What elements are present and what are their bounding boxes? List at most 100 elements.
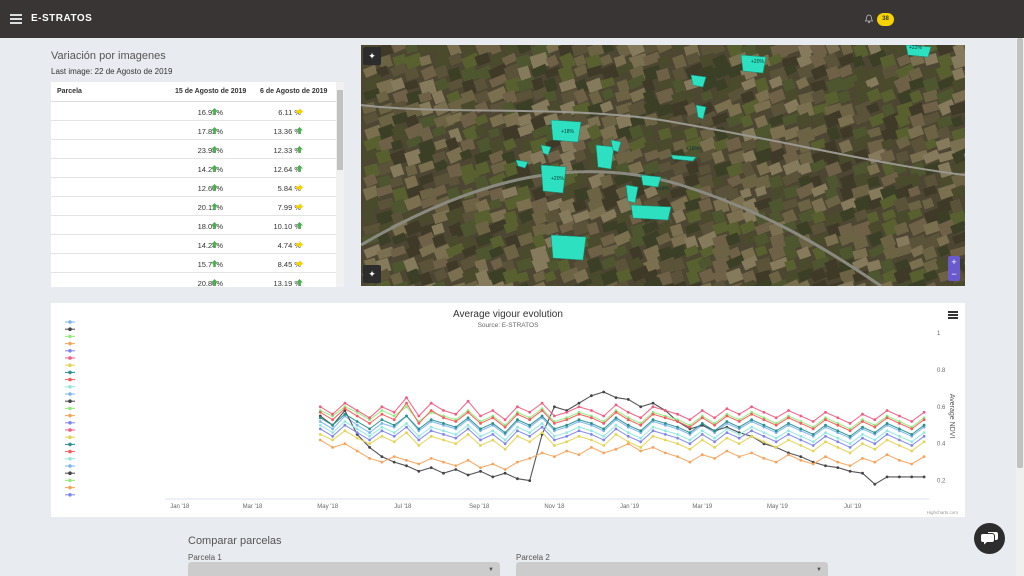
data-point[interactable] bbox=[910, 475, 914, 479]
data-point[interactable] bbox=[355, 449, 359, 453]
data-point[interactable] bbox=[713, 457, 716, 460]
data-point[interactable] bbox=[737, 433, 741, 436]
data-point[interactable] bbox=[836, 440, 840, 444]
data-point[interactable] bbox=[466, 410, 470, 414]
data-point[interactable] bbox=[626, 440, 630, 444]
data-point[interactable] bbox=[540, 431, 544, 434]
data-point[interactable] bbox=[516, 418, 519, 422]
data-point[interactable] bbox=[331, 418, 334, 422]
data-point[interactable] bbox=[454, 464, 458, 468]
data-point[interactable] bbox=[331, 431, 334, 434]
data-point[interactable] bbox=[848, 469, 852, 473]
data-point[interactable] bbox=[429, 429, 433, 433]
data-point[interactable] bbox=[565, 423, 569, 427]
data-point[interactable] bbox=[553, 434, 556, 438]
data-point[interactable] bbox=[590, 394, 593, 398]
data-point[interactable] bbox=[922, 410, 926, 414]
data-point[interactable] bbox=[762, 431, 766, 434]
data-point[interactable] bbox=[355, 423, 359, 427]
data-point[interactable] bbox=[565, 418, 569, 422]
data-point[interactable] bbox=[873, 418, 877, 422]
data-point[interactable] bbox=[491, 462, 495, 466]
data-point[interactable] bbox=[614, 410, 618, 414]
data-point[interactable] bbox=[676, 455, 679, 458]
data-point[interactable] bbox=[799, 458, 803, 462]
data-point[interactable] bbox=[417, 414, 421, 418]
data-point[interactable] bbox=[700, 438, 704, 442]
data-point[interactable] bbox=[318, 416, 322, 420]
data-point[interactable] bbox=[318, 438, 322, 442]
data-point[interactable] bbox=[380, 409, 384, 412]
data-point[interactable] bbox=[824, 410, 827, 414]
data-point[interactable] bbox=[799, 422, 803, 425]
data-point[interactable] bbox=[725, 420, 729, 423]
data-point[interactable] bbox=[442, 416, 445, 420]
data-point[interactable] bbox=[442, 422, 445, 425]
data-point[interactable] bbox=[824, 434, 827, 438]
data-point[interactable] bbox=[331, 434, 334, 438]
data-point[interactable] bbox=[602, 427, 606, 431]
data-point[interactable] bbox=[762, 440, 766, 444]
data-point[interactable] bbox=[417, 427, 421, 431]
data-point[interactable] bbox=[651, 401, 655, 405]
data-point[interactable] bbox=[331, 412, 334, 416]
data-point[interactable] bbox=[922, 431, 926, 434]
data-point[interactable] bbox=[466, 473, 470, 477]
data-point[interactable] bbox=[417, 438, 421, 442]
data-point[interactable] bbox=[577, 425, 581, 429]
data-point[interactable] bbox=[429, 434, 433, 438]
data-point[interactable] bbox=[540, 401, 544, 405]
data-point[interactable] bbox=[713, 446, 716, 449]
notification-badge[interactable]: 38 bbox=[877, 13, 894, 26]
data-point[interactable] bbox=[614, 447, 618, 451]
data-point[interactable] bbox=[565, 449, 569, 453]
data-point[interactable] bbox=[922, 455, 926, 458]
data-point[interactable] bbox=[516, 412, 519, 416]
data-point[interactable] bbox=[848, 442, 852, 446]
data-point[interactable] bbox=[639, 416, 643, 420]
data-point[interactable] bbox=[774, 440, 778, 444]
data-point[interactable] bbox=[651, 418, 655, 422]
data-point[interactable] bbox=[516, 429, 519, 433]
zoom-in-button[interactable]: + bbox=[948, 256, 960, 268]
zoom-out-button[interactable]: − bbox=[948, 268, 960, 280]
data-point[interactable] bbox=[774, 446, 778, 449]
data-point[interactable] bbox=[331, 427, 334, 431]
data-point[interactable] bbox=[836, 436, 840, 440]
data-point[interactable] bbox=[479, 422, 482, 425]
data-point[interactable] bbox=[737, 412, 741, 416]
data-point[interactable] bbox=[799, 444, 803, 447]
data-point[interactable] bbox=[861, 436, 864, 440]
series-line[interactable] bbox=[320, 415, 925, 439]
data-point[interactable] bbox=[429, 425, 433, 429]
data-point[interactable] bbox=[405, 396, 408, 399]
table-row[interactable]: 20.80% 13.19 % bbox=[51, 273, 336, 287]
data-point[interactable] bbox=[663, 422, 667, 425]
data-point[interactable] bbox=[417, 434, 421, 438]
data-point[interactable] bbox=[368, 431, 371, 434]
data-point[interactable] bbox=[565, 410, 569, 414]
data-point[interactable] bbox=[602, 444, 606, 447]
data-point[interactable] bbox=[898, 434, 901, 438]
data-point[interactable] bbox=[725, 414, 729, 418]
data-point[interactable] bbox=[590, 433, 593, 436]
data-point[interactable] bbox=[553, 405, 556, 409]
data-point[interactable] bbox=[737, 420, 741, 423]
data-point[interactable] bbox=[663, 451, 667, 455]
data-point[interactable] bbox=[417, 444, 421, 447]
data-point[interactable] bbox=[318, 410, 322, 414]
chat-button[interactable] bbox=[974, 523, 1005, 554]
bell-icon[interactable] bbox=[864, 14, 874, 24]
data-point[interactable] bbox=[676, 425, 679, 429]
data-point[interactable] bbox=[885, 416, 889, 420]
data-point[interactable] bbox=[861, 471, 864, 475]
data-point[interactable] bbox=[873, 431, 877, 434]
column-header-date-2[interactable]: 6 de Agosto de 2019 bbox=[260, 88, 327, 95]
data-point[interactable] bbox=[885, 453, 889, 457]
data-point[interactable] bbox=[368, 434, 371, 438]
data-point[interactable] bbox=[503, 468, 507, 471]
data-point[interactable] bbox=[479, 444, 482, 447]
data-point[interactable] bbox=[602, 434, 606, 438]
data-point[interactable] bbox=[910, 444, 914, 447]
data-point[interactable] bbox=[639, 449, 643, 453]
